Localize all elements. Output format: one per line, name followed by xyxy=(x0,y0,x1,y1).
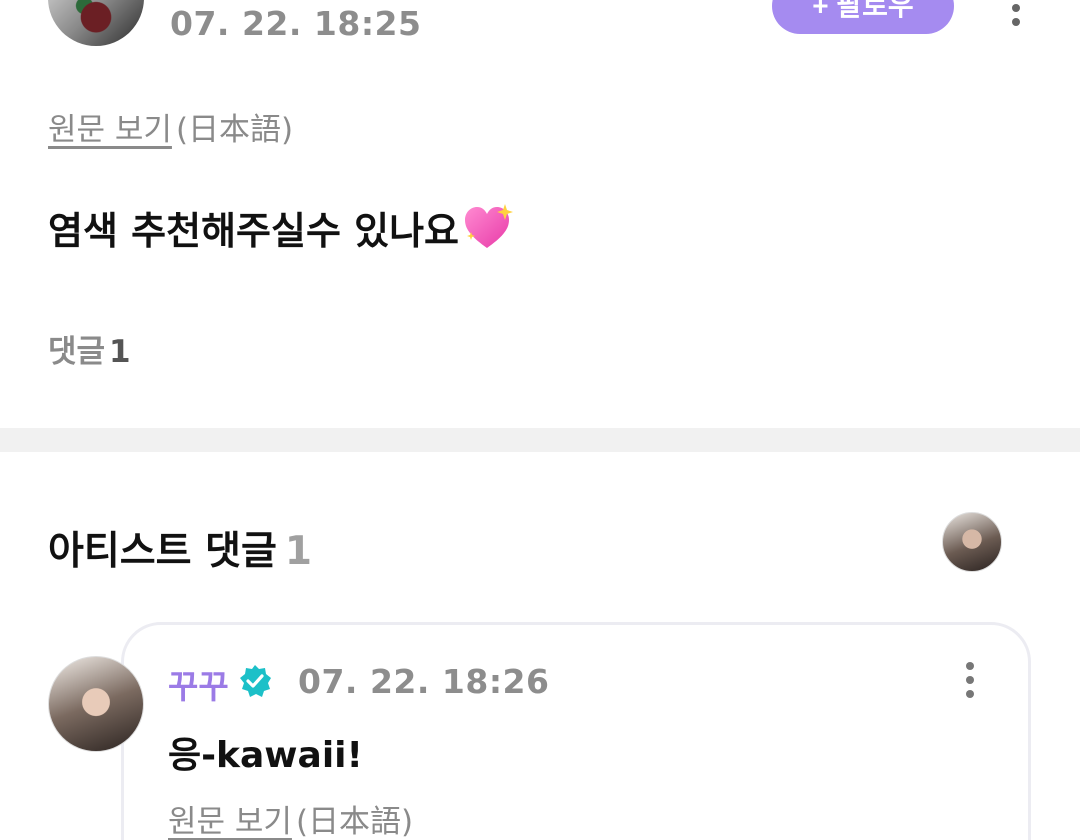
comment-view-original-row: 원문 보기 (日本語) xyxy=(168,796,413,840)
section-divider xyxy=(0,428,1080,452)
sparkling-heart-icon xyxy=(463,202,515,254)
post-author-avatar[interactable] xyxy=(48,0,144,46)
comment-count-label: 댓글 xyxy=(48,334,106,370)
artist-comments-label: 아티스트 댓글 xyxy=(48,529,277,574)
post-body-text: 염색 추천해주실수 있나요 xyxy=(48,209,460,253)
post-body: 염색 추천해주실수 있나요 xyxy=(48,200,515,255)
more-options-icon[interactable] xyxy=(1006,0,1026,26)
comment-count[interactable]: 댓글 1 xyxy=(48,326,131,371)
comment-count-number: 1 xyxy=(109,334,131,370)
view-original-link[interactable]: 원문 보기 xyxy=(48,112,172,148)
original-language-label: (日本語) xyxy=(175,112,294,148)
view-original-row: 원문 보기 (日本語) xyxy=(48,104,293,149)
artist-comments-title: 아티스트 댓글 1 xyxy=(48,520,312,576)
artist-comment-author[interactable]: 꾸꾸 xyxy=(168,660,229,708)
follow-button[interactable]: + 팔로우 xyxy=(772,0,954,34)
artist-comments-count: 1 xyxy=(284,529,312,574)
post-detail-screen: 07. 22. 18:25 + 팔로우 원문 보기 (日本語) 염색 추천해주실수… xyxy=(0,0,1080,840)
post-date: 07. 22. 18:25 xyxy=(170,4,422,43)
artist-avatar-small[interactable] xyxy=(942,512,1002,572)
comment-view-original-link[interactable]: 원문 보기 xyxy=(168,804,292,840)
comment-original-language-label: (日本語) xyxy=(295,804,414,840)
artist-comment-date: 07. 22. 18:26 xyxy=(298,662,550,701)
comment-more-options-icon[interactable] xyxy=(960,662,980,702)
artist-comment-avatar[interactable] xyxy=(48,656,144,752)
artist-comment-body: 응-kawaii! xyxy=(168,735,363,776)
verified-badge-icon xyxy=(238,664,272,698)
